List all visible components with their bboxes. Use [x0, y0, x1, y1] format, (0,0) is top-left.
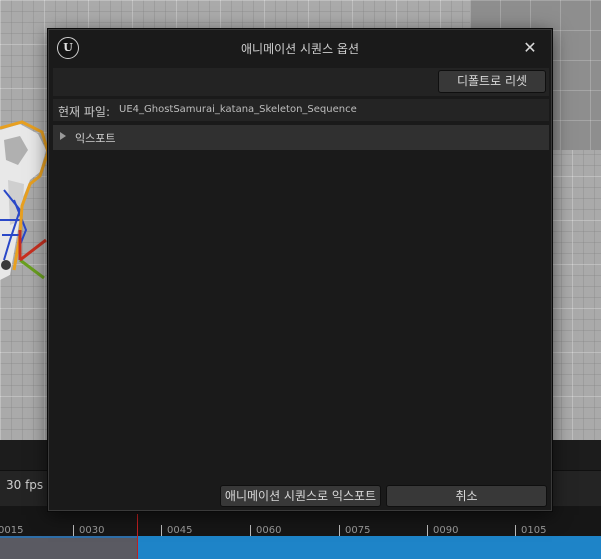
close-icon[interactable]: ✕	[519, 37, 541, 59]
dialog-title: 애니메이션 시퀀스 옵션	[240, 42, 360, 56]
export-section-label: 익스포트	[75, 132, 116, 145]
export-anim-sequence-button[interactable]: 애니메이션 시퀀스로 익스포트	[220, 485, 381, 507]
cancel-button[interactable]: 취소	[386, 485, 547, 507]
timeline-track-range[interactable]	[138, 536, 601, 559]
current-file-value: UE4_GhostSamurai_katana_Skeleton_Sequenc…	[119, 104, 357, 115]
export-section-header[interactable]: 익스포트	[53, 125, 549, 150]
chevron-right-icon[interactable]	[60, 132, 66, 140]
timeline-playhead[interactable]	[137, 514, 138, 559]
current-file-label: 현재 파일:	[58, 105, 111, 119]
reset-to-default-button[interactable]: 디폴트로 리셋	[438, 70, 546, 93]
pivot-marker	[1, 260, 11, 270]
timeline-track-left[interactable]	[0, 536, 137, 559]
dialog-toolbar: 디폴트로 리셋	[53, 68, 549, 96]
current-file-row: 현재 파일: UE4_GhostSamurai_katana_Skeleton_…	[53, 99, 549, 121]
anim-sequence-options-dialog: U 애니메이션 시퀀스 옵션 ✕ 디폴트로 리셋 현재 파일: UE4_Ghos…	[48, 29, 552, 511]
dialog-title-bar[interactable]: U 애니메이션 시퀀스 옵션 ✕	[49, 30, 551, 66]
fps-label[interactable]: 30 fps	[6, 478, 43, 492]
